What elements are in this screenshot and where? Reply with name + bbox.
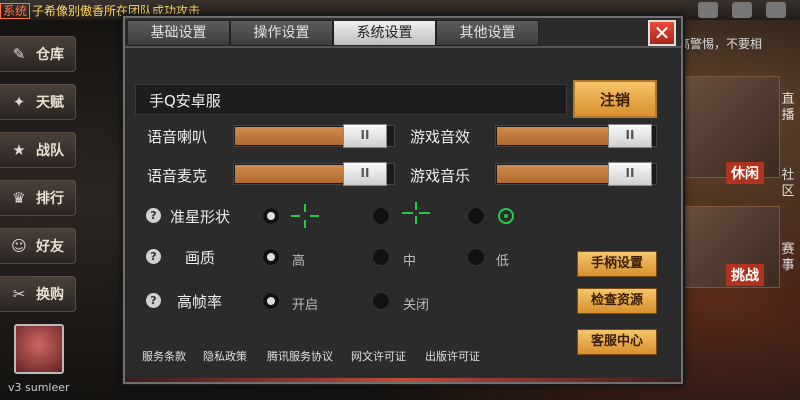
crosshair-cross-icon bbox=[291, 204, 319, 228]
customer-service-button[interactable]: 客服中心 bbox=[577, 329, 657, 355]
talent-icon: ✦ bbox=[12, 93, 26, 111]
nav-friends[interactable]: ☺ 好友 bbox=[0, 228, 76, 264]
quality-radio-medium[interactable] bbox=[372, 248, 390, 266]
player-name: v3 sumleer bbox=[8, 381, 70, 394]
quality-option-high: 高 bbox=[292, 254, 306, 269]
nav-exchange[interactable]: ✂ 换购 bbox=[0, 276, 76, 312]
left-nav: ✎ 仓库 ✦ 天赋 ★ 战队 ♛ 排行 ☺ 好友 ✂ 换购 bbox=[0, 36, 76, 324]
link-tencent-agreement[interactable]: 腾讯服务协议 bbox=[267, 348, 333, 364]
tab-system[interactable]: 系统设置 bbox=[333, 20, 436, 46]
top-icons bbox=[698, 0, 800, 20]
trophy-icon: ♛ bbox=[12, 189, 26, 207]
fps-help-icon[interactable]: ? bbox=[146, 293, 161, 308]
quality-option-low: 低 bbox=[496, 254, 510, 269]
crosshair-radio-2[interactable] bbox=[372, 207, 390, 225]
gear-icon[interactable] bbox=[732, 2, 752, 18]
voice-speaker-slider[interactable]: II bbox=[233, 124, 395, 148]
quality-radio-high[interactable] bbox=[262, 248, 280, 266]
quality-help-icon[interactable]: ? bbox=[146, 249, 161, 264]
mail-icon[interactable] bbox=[698, 2, 718, 18]
nav-label: 好友 bbox=[36, 239, 64, 255]
link-privacy[interactable]: 隐私政策 bbox=[203, 348, 247, 364]
logout-button[interactable]: 注销 bbox=[573, 80, 657, 118]
quality-label: 画质 bbox=[185, 249, 216, 267]
wifi-icon bbox=[766, 2, 786, 18]
game-music-label: 游戏音乐 bbox=[410, 167, 471, 185]
server-name: 手Q安卓服 bbox=[149, 92, 221, 110]
game-sfx-label: 游戏音效 bbox=[410, 128, 471, 146]
fps-option-on: 开启 bbox=[292, 298, 319, 313]
slider-fill bbox=[235, 165, 346, 183]
crosshair-dot-icon bbox=[498, 208, 514, 224]
slider-fill bbox=[497, 127, 611, 145]
fps-option-off: 关闭 bbox=[403, 298, 430, 313]
nav-label: 天赋 bbox=[36, 95, 64, 111]
tab-divider bbox=[125, 46, 681, 48]
tab-other[interactable]: 其他设置 bbox=[436, 20, 539, 46]
link-publish-license[interactable]: 出版许可证 bbox=[425, 348, 480, 364]
avatar[interactable] bbox=[14, 324, 64, 374]
nav-warehouse[interactable]: ✎ 仓库 bbox=[0, 36, 76, 72]
game-music-slider[interactable]: II bbox=[495, 162, 657, 186]
fps-radio-off[interactable] bbox=[372, 292, 390, 310]
slider-fill bbox=[497, 165, 611, 183]
fps-radio-on[interactable] bbox=[262, 292, 280, 310]
nav-label: 战队 bbox=[36, 143, 64, 159]
ticker-tag: 系统 bbox=[0, 3, 31, 19]
link-web-license[interactable]: 网文许可证 bbox=[351, 348, 406, 364]
tab-controls[interactable]: 操作设置 bbox=[230, 20, 333, 46]
voice-mic-slider[interactable]: II bbox=[233, 162, 395, 186]
tab-basic[interactable]: 基础设置 bbox=[127, 20, 230, 46]
check-resources-button[interactable]: 检查资源 bbox=[577, 288, 657, 314]
close-button[interactable]: ✕ bbox=[648, 20, 676, 46]
controller-settings-button[interactable]: 手柄设置 bbox=[577, 251, 657, 277]
team-icon: ★ bbox=[12, 141, 26, 159]
nav-label: 排行 bbox=[36, 191, 64, 207]
voice-mic-label: 语音麦克 bbox=[147, 167, 208, 185]
crosshair-radio-3[interactable] bbox=[467, 207, 485, 225]
crosshair-label: 准星形状 bbox=[170, 208, 231, 226]
tools-icon: ✂ bbox=[12, 285, 26, 303]
slider-knob[interactable]: II bbox=[343, 162, 387, 186]
quality-option-medium: 中 bbox=[403, 254, 417, 269]
voice-speaker-label: 语音喇叭 bbox=[147, 128, 208, 146]
nav-ranking[interactable]: ♛ 排行 bbox=[0, 180, 76, 216]
crosshair-plus-icon bbox=[402, 202, 430, 226]
link-terms[interactable]: 服务条款 bbox=[142, 348, 186, 364]
crosshair-help-icon[interactable]: ? bbox=[146, 208, 161, 223]
settings-tabs: 基础设置 操作设置 系统设置 其他设置 bbox=[127, 20, 539, 46]
banner-challenge[interactable]: 挑战 bbox=[726, 264, 764, 286]
warehouse-icon: ✎ bbox=[12, 45, 26, 63]
nav-talent[interactable]: ✦ 天赋 bbox=[0, 84, 76, 120]
game-sfx-slider[interactable]: II bbox=[495, 124, 657, 148]
dialog-bottom-strip bbox=[125, 378, 681, 382]
quality-radio-low[interactable] bbox=[467, 248, 485, 266]
nav-label: 仓库 bbox=[36, 47, 64, 63]
tab-live[interactable]: 直播 bbox=[778, 92, 798, 124]
slider-knob[interactable]: II bbox=[343, 124, 387, 148]
right-panel: 高警惕，不要相 休闲 挑战 直播 社区 赛事 bbox=[676, 36, 800, 400]
slider-fill bbox=[235, 127, 346, 145]
tab-community[interactable]: 社区 bbox=[778, 168, 798, 200]
banner-leisure[interactable]: 休闲 bbox=[726, 162, 764, 184]
slider-knob[interactable]: II bbox=[608, 124, 652, 148]
friends-icon: ☺ bbox=[11, 237, 27, 255]
high-fps-label: 高帧率 bbox=[177, 293, 223, 311]
slider-knob[interactable]: II bbox=[608, 162, 652, 186]
nav-team[interactable]: ★ 战队 bbox=[0, 132, 76, 168]
notice-text: 高警惕，不要相 bbox=[678, 37, 763, 51]
nav-label: 换购 bbox=[36, 287, 64, 303]
crosshair-radio-1[interactable] bbox=[262, 207, 280, 225]
tab-event[interactable]: 赛事 bbox=[778, 242, 798, 274]
